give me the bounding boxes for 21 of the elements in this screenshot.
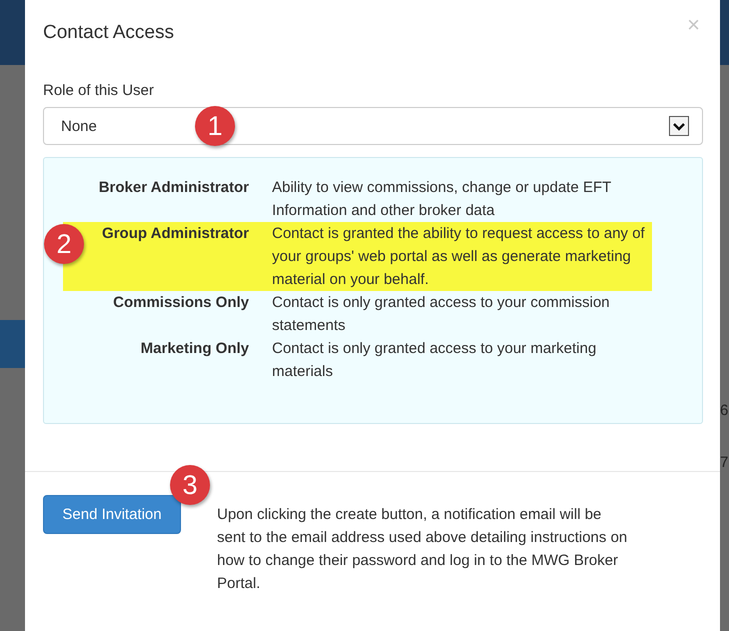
role-name: Commissions Only [113, 293, 249, 313]
header-band [720, 0, 729, 65]
send-invitation-button[interactable]: Send Invitation [43, 495, 181, 534]
callout-badge: 1 [195, 106, 235, 146]
field-label: Role of this User [43, 82, 155, 99]
invitation-note: Upon clicking the create button, a notification email will be sent to the email address used above detailing instructions on how to change their password and log in to the MWG Broker Portal. [217, 505, 628, 594]
role-name: Broker Administrator [98, 178, 249, 198]
role-description: Ability to view commissions, change or update EFT Information and other broker data [272, 178, 612, 221]
callout-badge: 3 [170, 465, 210, 505]
role-description: Contact is only granted access to your marketing materials [272, 339, 598, 382]
caret-icon [669, 116, 689, 136]
role-description: Contact is only granted access to your commission statements [272, 293, 611, 336]
table-cell: 6 [720, 402, 729, 420]
header-band [0, 320, 25, 368]
role-name: Group Administrator [102, 224, 249, 244]
role-name: Marketing Only [140, 339, 249, 359]
role-description: Contact is granted the ability to request access to any of your groups' web portal as well as generate marketing material on your behalf. [272, 224, 646, 290]
table-cell: 7 [720, 454, 729, 472]
header-band [0, 0, 25, 65]
callout-badge: 2 [44, 224, 84, 264]
dialog-title: Contact Access [43, 22, 174, 44]
